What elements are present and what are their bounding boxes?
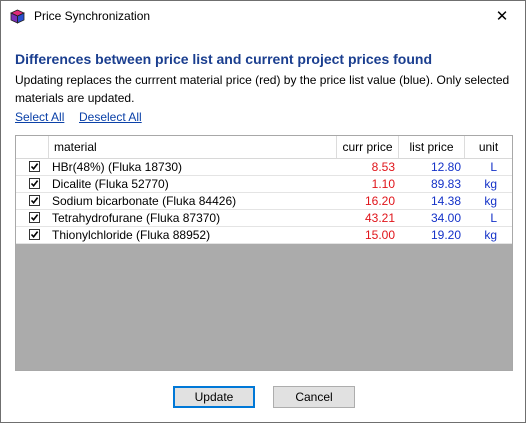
cell-unit: L xyxy=(490,211,497,225)
cell-unit: kg xyxy=(484,228,497,242)
table-row[interactable]: Tetrahydrofurane (Fluka 87370) 43.21 34.… xyxy=(16,210,512,227)
app-cube-icon xyxy=(10,9,25,24)
table-header: material curr price list price unit xyxy=(16,136,512,159)
table-row[interactable]: Sodium bicarbonate (Fluka 84426) 16.20 1… xyxy=(16,193,512,210)
window-title: Price Synchronization xyxy=(34,9,151,23)
row-checkbox[interactable] xyxy=(29,178,40,189)
cell-unit: L xyxy=(490,160,497,174)
cell-list-price: 89.83 xyxy=(430,177,461,191)
cell-curr-price: 43.21 xyxy=(364,211,395,225)
header-checkbox-col xyxy=(16,136,49,158)
cell-list-price: 14.38 xyxy=(430,194,461,208)
close-icon[interactable]: ✕ xyxy=(479,1,525,32)
row-checkbox[interactable] xyxy=(29,195,40,206)
header-list-price[interactable]: list price xyxy=(399,136,465,158)
header-material[interactable]: material xyxy=(49,136,337,158)
cell-curr-price: 1.10 xyxy=(371,177,395,191)
cell-list-price: 19.20 xyxy=(430,228,461,242)
materials-table: material curr price list price unit HBr(… xyxy=(15,135,513,371)
cell-curr-price: 8.53 xyxy=(371,160,395,174)
row-checkbox[interactable] xyxy=(29,229,40,240)
select-all-link[interactable]: Select All xyxy=(15,110,64,124)
table-row[interactable]: HBr(48%) (Fluka 18730) 8.53 12.80 L xyxy=(16,159,512,176)
cell-curr-price: 16.20 xyxy=(364,194,395,208)
table-row[interactable]: Thionylchloride (Fluka 88952) 15.00 19.2… xyxy=(16,227,512,244)
cell-unit: kg xyxy=(484,177,497,191)
cancel-button[interactable]: Cancel xyxy=(273,386,355,408)
dialog-description: Updating replaces the currrent material … xyxy=(15,73,510,105)
row-checkbox[interactable] xyxy=(29,161,40,172)
title-bar[interactable]: Price Synchronization ✕ xyxy=(1,1,525,32)
cell-material: Sodium bicarbonate (Fluka 84426) xyxy=(52,194,237,208)
cell-list-price: 34.00 xyxy=(430,211,461,225)
header-unit[interactable]: unit xyxy=(465,136,512,158)
dialog-heading: Differences between price list and curre… xyxy=(15,51,432,67)
cell-unit: kg xyxy=(484,194,497,208)
price-sync-dialog: Price Synchronization ✕ Differences betw… xyxy=(0,0,526,423)
cell-material: HBr(48%) (Fluka 18730) xyxy=(52,160,183,174)
cell-material: Tetrahydrofurane (Fluka 87370) xyxy=(52,211,221,225)
header-curr-price[interactable]: curr price xyxy=(337,136,399,158)
update-button[interactable]: Update xyxy=(173,386,255,408)
cell-curr-price: 15.00 xyxy=(364,228,395,242)
row-checkbox[interactable] xyxy=(29,212,40,223)
cell-list-price: 12.80 xyxy=(430,160,461,174)
cell-material: Thionylchloride (Fluka 88952) xyxy=(52,228,211,242)
table-row[interactable]: Dicalite (Fluka 52770) 1.10 89.83 kg xyxy=(16,176,512,193)
cell-material: Dicalite (Fluka 52770) xyxy=(52,177,169,191)
deselect-all-link[interactable]: Deselect All xyxy=(79,110,142,124)
